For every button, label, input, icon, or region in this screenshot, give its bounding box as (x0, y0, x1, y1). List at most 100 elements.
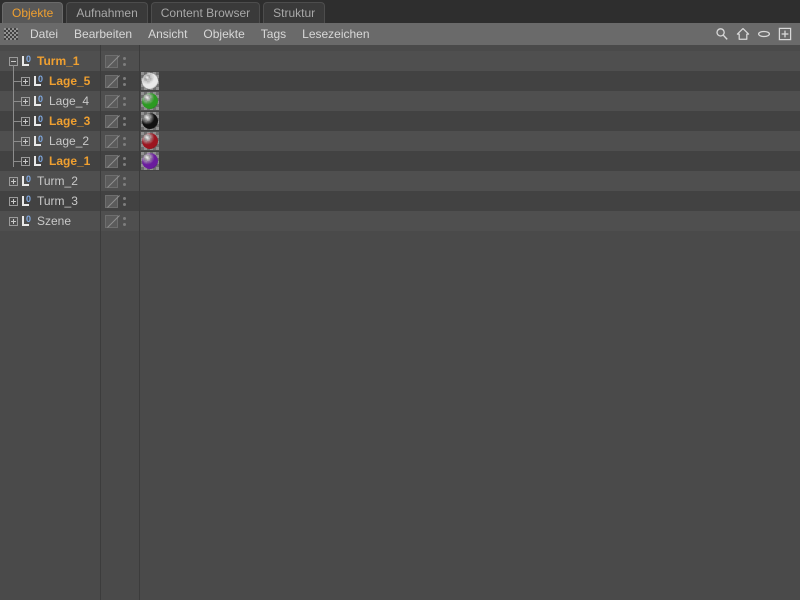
object-tag-cell[interactable] (100, 151, 139, 171)
material-tag-icon[interactable] (141, 152, 159, 170)
disabled-layer-icon[interactable] (105, 134, 118, 148)
visibility-dots-icon[interactable] (123, 76, 126, 86)
object-tag-cell[interactable] (100, 211, 139, 231)
object-row[interactable]: 0 Lage_2 (0, 131, 800, 151)
material-tag-icon[interactable] (141, 112, 159, 130)
object-material-cell[interactable] (139, 71, 800, 91)
object-material-cell[interactable] (139, 151, 800, 171)
object-row[interactable]: 0 Lage_1 (0, 151, 800, 171)
expand-toggle-icon[interactable] (9, 216, 18, 226)
visibility-dots-icon[interactable] (123, 56, 126, 66)
null-object-icon[interactable]: 0 (32, 154, 46, 168)
tab-struktur[interactable]: Struktur (263, 2, 326, 23)
object-name-label[interactable]: Turm_1 (37, 51, 79, 71)
object-material-cell[interactable] (139, 211, 800, 231)
object-tag-cell[interactable] (100, 191, 139, 211)
menu-item-bearbeiten[interactable]: Bearbeiten (66, 23, 140, 45)
object-tag-cell[interactable] (100, 131, 139, 151)
disabled-layer-icon[interactable] (105, 54, 118, 68)
expand-toggle-icon[interactable] (21, 156, 30, 166)
visibility-dots-icon[interactable] (123, 136, 126, 146)
disabled-layer-icon[interactable] (105, 174, 118, 188)
visibility-dots-icon[interactable] (123, 156, 126, 166)
expand-toggle-icon[interactable] (9, 176, 18, 186)
null-object-icon[interactable]: 0 (32, 134, 46, 148)
expand-toggle-icon[interactable] (21, 96, 30, 106)
object-name-label[interactable]: Szene (37, 211, 71, 231)
null-object-icon[interactable]: 0 (20, 174, 34, 188)
object-tag-cell[interactable] (100, 111, 139, 131)
disabled-layer-icon[interactable] (105, 74, 118, 88)
tab-content-browser[interactable]: Content Browser (150, 2, 261, 23)
expand-toggle-icon[interactable] (21, 76, 30, 86)
object-material-cell[interactable] (139, 91, 800, 111)
object-material-cell[interactable] (139, 191, 800, 211)
toolbar-grip-handle[interactable] (4, 28, 18, 40)
object-row[interactable]: 0 Lage_5 (0, 71, 800, 91)
null-object-icon[interactable]: 0 (20, 214, 34, 228)
expand-toggle-icon[interactable] (21, 136, 30, 146)
visibility-dots-icon[interactable] (123, 196, 126, 206)
object-row[interactable]: 0 Turm_1 (0, 51, 800, 71)
object-name-label[interactable]: Lage_1 (49, 151, 90, 171)
expand-toggle-icon[interactable] (9, 196, 18, 206)
object-row[interactable]: 0 Lage_3 (0, 111, 800, 131)
material-tag-icon[interactable] (141, 72, 159, 90)
object-row[interactable]: 0 Turm_3 (0, 191, 800, 211)
null-object-icon[interactable]: 0 (32, 94, 46, 108)
object-name-label[interactable]: Lage_3 (49, 111, 90, 131)
object-row[interactable]: 0 Lage_4 (0, 91, 800, 111)
object-name-cell[interactable]: 0 Lage_1 (0, 151, 100, 171)
object-material-cell[interactable] (139, 51, 800, 71)
object-tag-cell[interactable] (100, 91, 139, 111)
object-name-cell[interactable]: 0 Szene (0, 211, 100, 231)
object-name-cell[interactable]: 0 Turm_3 (0, 191, 100, 211)
expand-toggle-icon[interactable] (21, 116, 30, 126)
object-tag-cell[interactable] (100, 51, 139, 71)
object-tag-cell[interactable] (100, 71, 139, 91)
menu-item-ansicht[interactable]: Ansicht (140, 23, 195, 45)
material-tag-icon[interactable] (141, 92, 159, 110)
object-row[interactable]: 0 Szene (0, 211, 800, 231)
material-tag-icon[interactable] (141, 132, 159, 150)
object-name-label[interactable]: Turm_3 (37, 191, 78, 211)
object-material-cell[interactable] (139, 131, 800, 151)
object-material-cell[interactable] (139, 111, 800, 131)
visibility-dots-icon[interactable] (123, 116, 126, 126)
object-name-label[interactable]: Lage_2 (49, 131, 89, 151)
menu-item-tags[interactable]: Tags (253, 23, 294, 45)
visibility-dots-icon[interactable] (123, 96, 126, 106)
null-object-icon[interactable]: 0 (20, 194, 34, 208)
search-icon[interactable] (715, 27, 729, 41)
menu-item-lesezeichen[interactable]: Lesezeichen (294, 23, 377, 45)
disabled-layer-icon[interactable] (105, 194, 118, 208)
disabled-layer-icon[interactable] (105, 94, 118, 108)
add-box-icon[interactable] (778, 27, 792, 41)
object-name-cell[interactable]: 0 Lage_3 (0, 111, 100, 131)
object-name-label[interactable]: Lage_4 (49, 91, 89, 111)
disabled-layer-icon[interactable] (105, 154, 118, 168)
collapse-toggle-icon[interactable] (9, 56, 18, 66)
disabled-layer-icon[interactable] (105, 214, 118, 228)
object-name-cell[interactable]: 0 Turm_1 (0, 51, 100, 71)
menu-item-objekte[interactable]: Objekte (195, 23, 252, 45)
null-object-icon[interactable]: 0 (32, 114, 46, 128)
visibility-dots-icon[interactable] (123, 216, 126, 226)
tab-objekte[interactable]: Objekte (2, 2, 64, 23)
object-name-cell[interactable]: 0 Turm_2 (0, 171, 100, 191)
ellipse-icon[interactable] (757, 27, 771, 41)
object-name-cell[interactable]: 0 Lage_5 (0, 71, 100, 91)
null-object-icon[interactable]: 0 (32, 74, 46, 88)
tab-aufnahmen[interactable]: Aufnahmen (66, 2, 148, 23)
visibility-dots-icon[interactable] (123, 176, 126, 186)
null-object-icon[interactable]: 0 (20, 54, 34, 68)
menu-item-datei[interactable]: Datei (22, 23, 66, 45)
object-name-cell[interactable]: 0 Lage_2 (0, 131, 100, 151)
object-row[interactable]: 0 Turm_2 (0, 171, 800, 191)
object-name-label[interactable]: Lage_5 (49, 71, 90, 91)
object-tag-cell[interactable] (100, 171, 139, 191)
object-name-cell[interactable]: 0 Lage_4 (0, 91, 100, 111)
home-icon[interactable] (736, 27, 750, 41)
disabled-layer-icon[interactable] (105, 114, 118, 128)
object-name-label[interactable]: Turm_2 (37, 171, 78, 191)
